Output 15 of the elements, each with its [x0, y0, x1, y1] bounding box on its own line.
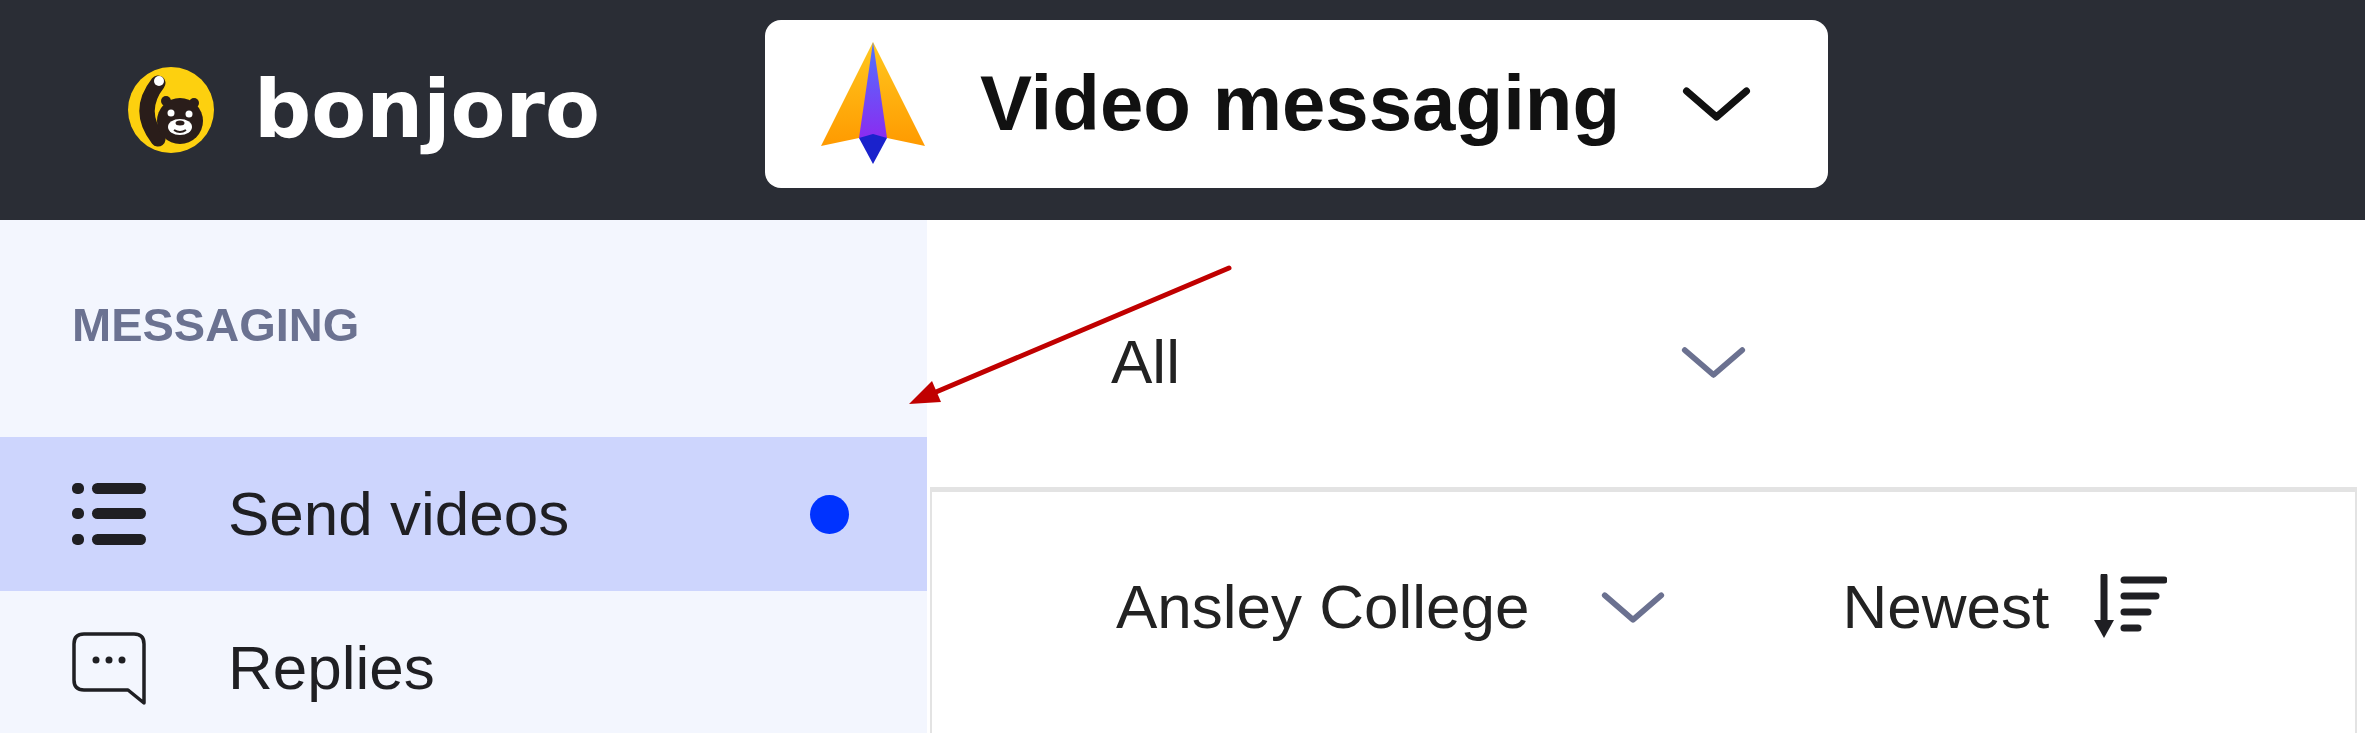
section-title: MESSAGING [72, 301, 360, 348]
list-icon [72, 482, 146, 546]
logo-text: bonjoro [254, 62, 600, 158]
chat-bubble-icon [72, 631, 146, 705]
group-dropdown[interactable]: Ansley College [1116, 570, 1666, 645]
chevron-down-icon [1681, 86, 1752, 122]
sidebar-item[interactable]: Replies [0, 591, 927, 733]
sort-button[interactable]: Newest [1842, 570, 2168, 645]
paper-plane-icon [819, 42, 927, 166]
sidebar-item[interactable]: Send videos [0, 437, 927, 591]
bear-logo-icon [128, 67, 214, 153]
chevron-down-icon [1599, 589, 1666, 625]
product-switcher[interactable]: Video messaging [765, 20, 1828, 188]
chevron-down-icon [1680, 345, 1747, 380]
filter-dropdown[interactable]: All [1111, 325, 1747, 400]
